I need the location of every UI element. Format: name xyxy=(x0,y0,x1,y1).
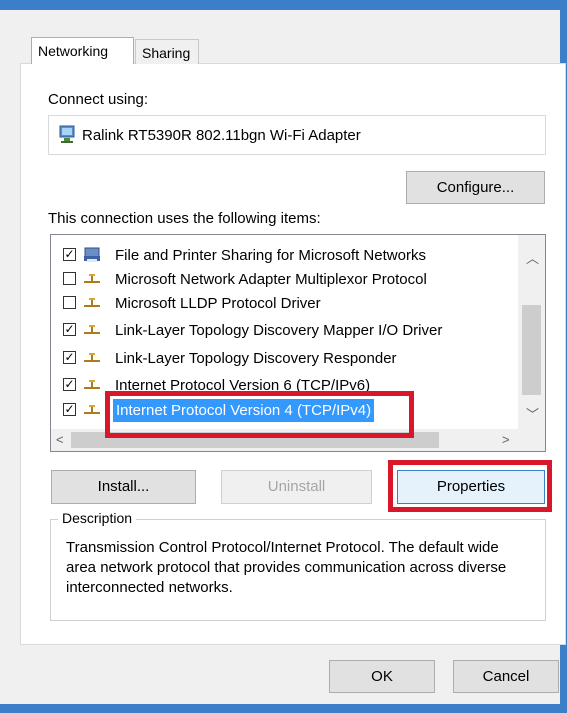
scroll-down-icon[interactable]: ﹀ xyxy=(526,404,539,423)
item-label: Internet Protocol Version 4 (TCP/IPv4) xyxy=(113,399,375,422)
item-label: Internet Protocol Version 6 (TCP/IPv6) xyxy=(115,377,371,394)
tab-sharing[interactable]: Sharing xyxy=(135,39,199,64)
items-label: This connection uses the following items… xyxy=(48,210,321,227)
protocol-icon xyxy=(84,405,100,414)
item-label: Microsoft LLDP Protocol Driver xyxy=(115,295,321,312)
checkbox[interactable]: ✓ xyxy=(63,351,76,364)
network-adapter-icon xyxy=(59,125,75,143)
cancel-button[interactable]: Cancel xyxy=(453,660,559,693)
protocol-icon xyxy=(84,353,100,362)
protocol-icon xyxy=(84,380,100,389)
window-title-bar xyxy=(0,0,567,10)
configure-button[interactable]: Configure... xyxy=(406,171,545,204)
items-list[interactable]: ✓ File and Printer Sharing for Microsoft… xyxy=(50,234,546,452)
properties-button[interactable]: Properties xyxy=(397,470,545,504)
description-text: Transmission Control Protocol/Internet P… xyxy=(66,539,507,596)
item-label: Microsoft Network Adapter Multiplexor Pr… xyxy=(115,271,427,288)
connect-using-label: Connect using: xyxy=(48,91,149,108)
scroll-left-icon[interactable]: < xyxy=(56,432,64,447)
protocol-icon xyxy=(84,274,100,283)
item-label: Link-Layer Topology Discovery Mapper I/O… xyxy=(115,322,443,339)
checkbox[interactable]: ✓ xyxy=(63,323,76,336)
description-title: Description xyxy=(58,510,137,526)
checkbox[interactable]: ✓ xyxy=(63,403,76,416)
scroll-up-icon[interactable]: ︿ xyxy=(526,248,539,267)
protocol-icon xyxy=(84,298,100,307)
scroll-right-icon[interactable]: > xyxy=(502,432,510,447)
ok-button[interactable]: OK xyxy=(329,660,435,693)
horizontal-scroll-thumb[interactable] xyxy=(71,432,439,448)
scrollbar-corner xyxy=(518,429,545,451)
uninstall-button[interactable]: Uninstall xyxy=(221,470,372,504)
printer-share-icon xyxy=(84,247,100,262)
install-button[interactable]: Install... xyxy=(51,470,196,504)
checkbox[interactable]: ✓ xyxy=(63,248,76,261)
adapter-name: Ralink RT5390R 802.11bgn Wi-Fi Adapter xyxy=(82,127,361,144)
checkbox[interactable] xyxy=(63,296,76,309)
protocol-icon xyxy=(84,325,100,334)
window-bottom-border xyxy=(0,704,567,713)
item-label: Link-Layer Topology Discovery Responder xyxy=(115,350,397,367)
checkbox[interactable] xyxy=(63,272,76,285)
vertical-scroll-thumb[interactable] xyxy=(522,305,541,395)
tab-networking[interactable]: Networking xyxy=(31,37,134,64)
checkbox[interactable]: ✓ xyxy=(63,378,76,391)
item-label: File and Printer Sharing for Microsoft N… xyxy=(115,247,426,264)
